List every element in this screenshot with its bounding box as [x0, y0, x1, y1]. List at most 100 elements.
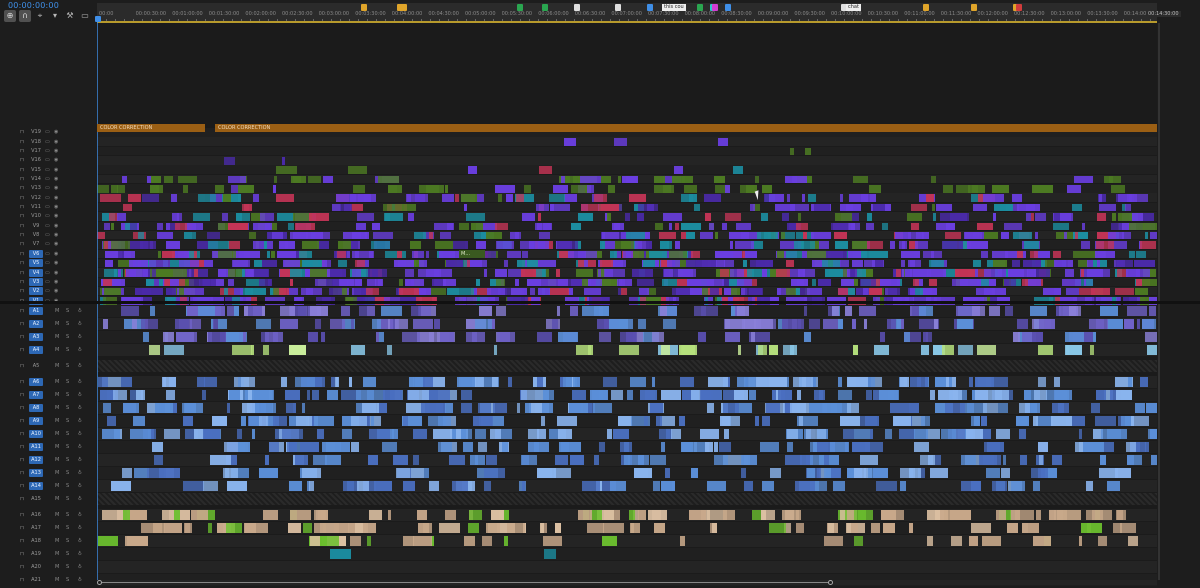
- clip[interactable]: [335, 377, 338, 387]
- lock-icon[interactable]: ⊓: [20, 288, 24, 294]
- clip[interactable]: [550, 203, 554, 212]
- clip[interactable]: [352, 231, 367, 240]
- clip[interactable]: [786, 250, 802, 259]
- clip[interactable]: [542, 269, 546, 277]
- clip[interactable]: [648, 510, 667, 520]
- clip[interactable]: [1127, 306, 1147, 316]
- sync-lock-icon[interactable]: ▭: [45, 251, 50, 257]
- toggle-output-icon[interactable]: ◉: [54, 129, 58, 135]
- mute-button[interactable]: M: [55, 379, 59, 385]
- clip[interactable]: [621, 241, 631, 249]
- clip[interactable]: [348, 166, 367, 174]
- clip[interactable]: [429, 231, 433, 240]
- clip[interactable]: [869, 250, 888, 259]
- clip[interactable]: [646, 241, 652, 249]
- clip[interactable]: [935, 377, 952, 387]
- clip[interactable]: [338, 259, 347, 268]
- clip[interactable]: [130, 429, 151, 439]
- clip[interactable]: [439, 523, 460, 533]
- clip[interactable]: [552, 319, 558, 329]
- clip[interactable]: [1035, 231, 1038, 240]
- solo-button[interactable]: S: [66, 308, 69, 314]
- track-header-v5[interactable]: ⊓ V5 ▭ ◉: [0, 259, 97, 268]
- mute-button[interactable]: M: [55, 551, 59, 557]
- marker-icon[interactable]: [574, 4, 580, 11]
- clip[interactable]: [166, 390, 175, 400]
- clip[interactable]: [254, 269, 269, 277]
- marker-icon[interactable]: [725, 4, 731, 11]
- clip[interactable]: [968, 185, 985, 193]
- clip[interactable]: [133, 416, 145, 426]
- sync-lock-icon[interactable]: ▭: [45, 204, 50, 210]
- clip[interactable]: [831, 468, 841, 478]
- clip[interactable]: [208, 332, 226, 342]
- clip[interactable]: [326, 442, 335, 452]
- clip[interactable]: [464, 536, 475, 546]
- clip[interactable]: [777, 287, 781, 296]
- clip[interactable]: [378, 175, 399, 184]
- clip[interactable]: [883, 523, 895, 533]
- track-label[interactable]: A10: [29, 430, 43, 438]
- clip[interactable]: [603, 523, 624, 533]
- track-label[interactable]: V19: [29, 128, 43, 136]
- clip[interactable]: [198, 194, 205, 202]
- clip[interactable]: [368, 455, 378, 465]
- clip[interactable]: [910, 287, 915, 296]
- clip[interactable]: [135, 287, 151, 296]
- clip[interactable]: [659, 231, 676, 240]
- track-lane-v18[interactable]: [97, 137, 1157, 146]
- lock-icon[interactable]: ⊓: [20, 270, 24, 276]
- clip[interactable]: [128, 241, 148, 249]
- clip[interactable]: [357, 213, 374, 221]
- clip[interactable]: [151, 175, 161, 184]
- toggle-output-icon[interactable]: ◉: [54, 195, 58, 201]
- clip[interactable]: [314, 523, 326, 533]
- clip[interactable]: [450, 250, 455, 259]
- clip[interactable]: [854, 536, 863, 546]
- clip[interactable]: [660, 306, 667, 316]
- clip[interactable]: [124, 250, 135, 259]
- clip[interactable]: [447, 287, 459, 296]
- clip[interactable]: [392, 429, 398, 439]
- clip[interactable]: [521, 455, 529, 465]
- toggle-output-icon[interactable]: ◉: [54, 223, 58, 229]
- clip[interactable]: [823, 319, 838, 329]
- clip[interactable]: [594, 306, 609, 316]
- marker-icon[interactable]: [647, 4, 653, 11]
- clip[interactable]: [1030, 250, 1038, 259]
- clip[interactable]: [1026, 213, 1031, 221]
- clip[interactable]: [671, 429, 681, 439]
- clip[interactable]: [899, 429, 915, 439]
- clip[interactable]: [776, 269, 790, 277]
- clip[interactable]: [152, 442, 163, 452]
- clip[interactable]: [981, 416, 987, 426]
- lock-icon[interactable]: ⊓: [20, 512, 24, 518]
- clip[interactable]: [707, 403, 714, 413]
- clip[interactable]: [1020, 455, 1027, 465]
- clip[interactable]: [900, 377, 909, 387]
- clip[interactable]: [1120, 523, 1136, 533]
- clip[interactable]: [680, 536, 685, 546]
- track-header-a10[interactable]: ⊓ A10 M S ♁: [0, 428, 97, 440]
- clip[interactable]: [122, 175, 127, 184]
- clip[interactable]: [807, 287, 822, 296]
- track-label[interactable]: A8: [29, 404, 43, 412]
- lock-icon[interactable]: ⊓: [20, 457, 24, 463]
- clip[interactable]: [495, 185, 515, 193]
- clip[interactable]: [694, 306, 706, 316]
- track-label[interactable]: V4: [29, 268, 43, 277]
- clip[interactable]: [486, 231, 502, 240]
- clip[interactable]: [663, 213, 682, 221]
- solo-button[interactable]: S: [66, 564, 69, 570]
- clip[interactable]: [411, 278, 414, 287]
- clip[interactable]: [228, 175, 246, 184]
- clip[interactable]: [277, 213, 294, 221]
- clip[interactable]: [374, 481, 392, 491]
- clip[interactable]: [445, 185, 448, 193]
- clip[interactable]: [434, 319, 440, 329]
- clip[interactable]: [1022, 332, 1032, 342]
- clip[interactable]: [379, 332, 384, 342]
- clip[interactable]: [940, 213, 953, 221]
- clip[interactable]: [302, 241, 319, 249]
- clip[interactable]: [570, 306, 578, 316]
